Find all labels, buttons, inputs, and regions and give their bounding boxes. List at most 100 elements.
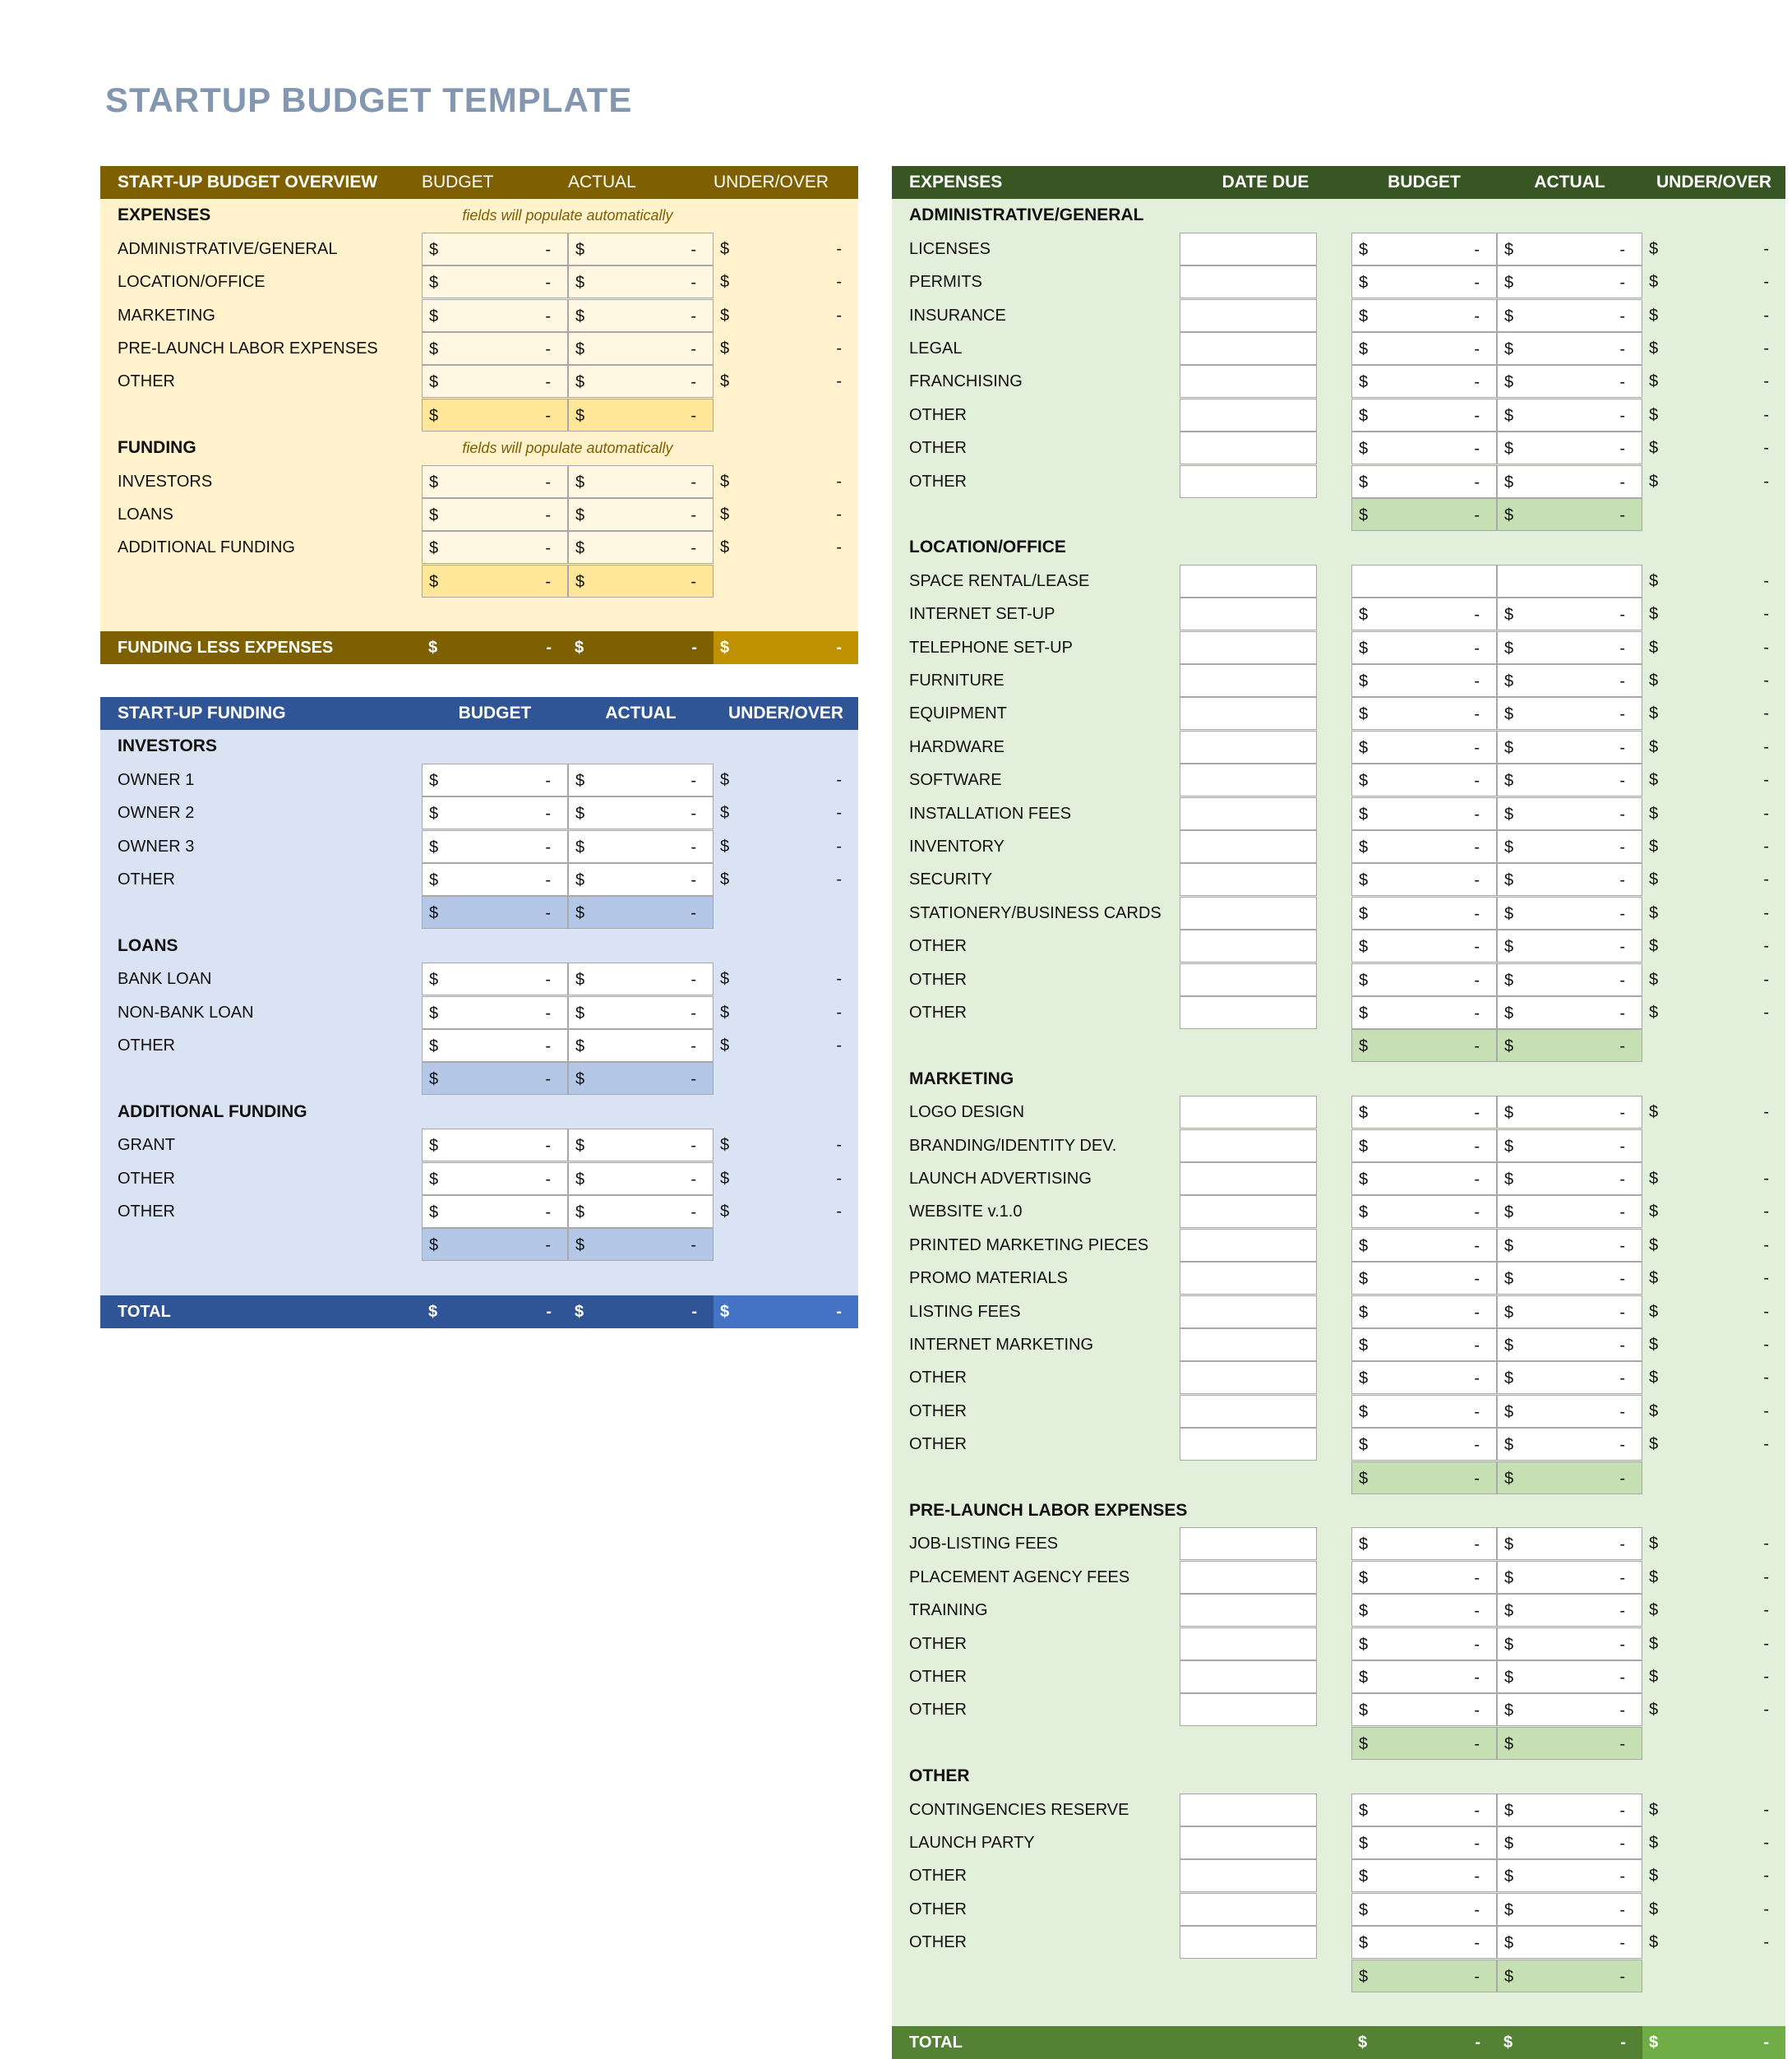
date-due-input[interactable] — [1180, 598, 1317, 631]
actual-cell[interactable]: $ - — [1497, 1527, 1642, 1561]
budget-cell[interactable]: $ - — [422, 365, 568, 399]
date-due-input[interactable] — [1180, 464, 1317, 498]
actual-cell[interactable]: $ - — [1497, 896, 1642, 930]
actual-cell[interactable]: $ - — [1497, 1162, 1642, 1195]
actual-cell[interactable]: $ - — [568, 232, 714, 265]
actual-cell[interactable]: $ - — [568, 332, 714, 365]
budget-cell[interactable]: $ - — [1351, 1228, 1497, 1262]
date-due-input[interactable] — [1180, 896, 1317, 930]
actual-cell[interactable]: $ - — [1497, 332, 1642, 365]
budget-cell[interactable]: $ - — [422, 232, 568, 265]
date-due-input[interactable] — [1180, 830, 1317, 863]
budget-cell[interactable]: $ - — [1351, 996, 1497, 1029]
actual-cell[interactable]: $ - — [568, 531, 714, 565]
date-due-input[interactable] — [1180, 265, 1317, 299]
budget-cell[interactable]: $ - — [1351, 664, 1497, 697]
budget-cell[interactable]: $ - — [1351, 1627, 1497, 1660]
budget-cell[interactable]: $ - — [1351, 1162, 1497, 1195]
date-due-input[interactable] — [1180, 996, 1317, 1029]
actual-cell[interactable]: $ - — [568, 829, 714, 863]
date-due-input[interactable] — [1180, 232, 1317, 265]
actual-cell[interactable]: $ - — [1497, 1560, 1642, 1594]
date-due-input[interactable] — [1180, 564, 1317, 598]
budget-cell[interactable]: $ - — [1351, 232, 1497, 265]
budget-cell[interactable]: $ - — [1351, 963, 1497, 996]
date-due-input[interactable] — [1180, 365, 1317, 399]
actual-cell[interactable]: $ - — [568, 498, 714, 531]
actual-cell[interactable]: $ - — [568, 995, 714, 1029]
actual-cell[interactable]: $ - — [568, 265, 714, 299]
date-due-input[interactable] — [1180, 764, 1317, 797]
actual-cell[interactable]: $ - — [1497, 1594, 1642, 1627]
budget-cell[interactable]: $ - — [422, 498, 568, 531]
actual-cell[interactable]: $ - — [1497, 464, 1642, 498]
actual-cell[interactable] — [1497, 564, 1642, 598]
actual-cell[interactable]: $ - — [1497, 1096, 1642, 1129]
date-due-input[interactable] — [1180, 730, 1317, 764]
date-due-input[interactable] — [1180, 1926, 1317, 1960]
actual-cell[interactable]: $ - — [1497, 764, 1642, 797]
budget-cell[interactable]: $ - — [1351, 1560, 1497, 1594]
date-due-input[interactable] — [1180, 1295, 1317, 1328]
actual-cell[interactable]: $ - — [568, 365, 714, 399]
budget-cell[interactable]: $ - — [1351, 1129, 1497, 1162]
budget-cell[interactable]: $ - — [1351, 1660, 1497, 1693]
date-due-input[interactable] — [1180, 1195, 1317, 1229]
actual-cell[interactable]: $ - — [1497, 265, 1642, 299]
actual-cell[interactable]: $ - — [1497, 1892, 1642, 1926]
budget-cell[interactable]: $ - — [1351, 1527, 1497, 1561]
actual-cell[interactable]: $ - — [568, 963, 714, 996]
date-due-input[interactable] — [1180, 432, 1317, 465]
budget-cell[interactable]: $ - — [1351, 398, 1497, 432]
budget-cell[interactable]: $ - — [1351, 1926, 1497, 1960]
date-due-input[interactable] — [1180, 1527, 1317, 1561]
actual-cell[interactable]: $ - — [568, 298, 714, 332]
budget-cell[interactable]: $ - — [422, 763, 568, 796]
actual-cell[interactable]: $ - — [1497, 598, 1642, 631]
budget-cell[interactable]: $ - — [1351, 930, 1497, 963]
budget-cell[interactable]: $ - — [1351, 1295, 1497, 1328]
actual-cell[interactable]: $ - — [568, 1161, 714, 1195]
date-due-input[interactable] — [1180, 963, 1317, 996]
actual-cell[interactable]: $ - — [1497, 1627, 1642, 1660]
date-due-input[interactable] — [1180, 1228, 1317, 1262]
budget-cell[interactable]: $ - — [1351, 1428, 1497, 1461]
budget-cell[interactable]: $ - — [1351, 332, 1497, 365]
date-due-input[interactable] — [1180, 1361, 1317, 1395]
actual-cell[interactable]: $ - — [568, 1129, 714, 1162]
actual-cell[interactable]: $ - — [1497, 1262, 1642, 1295]
budget-cell[interactable]: $ - — [1351, 265, 1497, 299]
date-due-input[interactable] — [1180, 1162, 1317, 1195]
budget-cell[interactable]: $ - — [1351, 1195, 1497, 1229]
actual-cell[interactable]: $ - — [1497, 1926, 1642, 1960]
actual-cell[interactable]: $ - — [568, 763, 714, 796]
actual-cell[interactable]: $ - — [1497, 963, 1642, 996]
actual-cell[interactable]: $ - — [1497, 298, 1642, 332]
date-due-input[interactable] — [1180, 1129, 1317, 1162]
date-due-input[interactable] — [1180, 298, 1317, 332]
budget-cell[interactable]: $ - — [1351, 1394, 1497, 1428]
budget-cell[interactable]: $ - — [1351, 796, 1497, 830]
date-due-input[interactable] — [1180, 1428, 1317, 1461]
actual-cell[interactable]: $ - — [1497, 664, 1642, 697]
actual-cell[interactable]: $ - — [1497, 863, 1642, 897]
date-due-input[interactable] — [1180, 1594, 1317, 1627]
budget-cell[interactable]: $ - — [1351, 598, 1497, 631]
budget-cell[interactable]: $ - — [1351, 1361, 1497, 1395]
actual-cell[interactable]: $ - — [1497, 996, 1642, 1029]
budget-cell[interactable]: $ - — [422, 863, 568, 896]
actual-cell[interactable]: $ - — [1497, 365, 1642, 399]
actual-cell[interactable]: $ - — [1497, 697, 1642, 731]
budget-cell[interactable]: $ - — [422, 1029, 568, 1062]
actual-cell[interactable]: $ - — [568, 464, 714, 498]
date-due-input[interactable] — [1180, 1859, 1317, 1893]
date-due-input[interactable] — [1180, 398, 1317, 432]
budget-cell[interactable]: $ - — [422, 265, 568, 299]
date-due-input[interactable] — [1180, 1096, 1317, 1129]
date-due-input[interactable] — [1180, 1560, 1317, 1594]
date-due-input[interactable] — [1180, 796, 1317, 830]
date-due-input[interactable] — [1180, 630, 1317, 664]
actual-cell[interactable]: $ - — [1497, 1295, 1642, 1328]
budget-cell[interactable]: $ - — [1351, 464, 1497, 498]
budget-cell[interactable]: $ - — [422, 531, 568, 565]
